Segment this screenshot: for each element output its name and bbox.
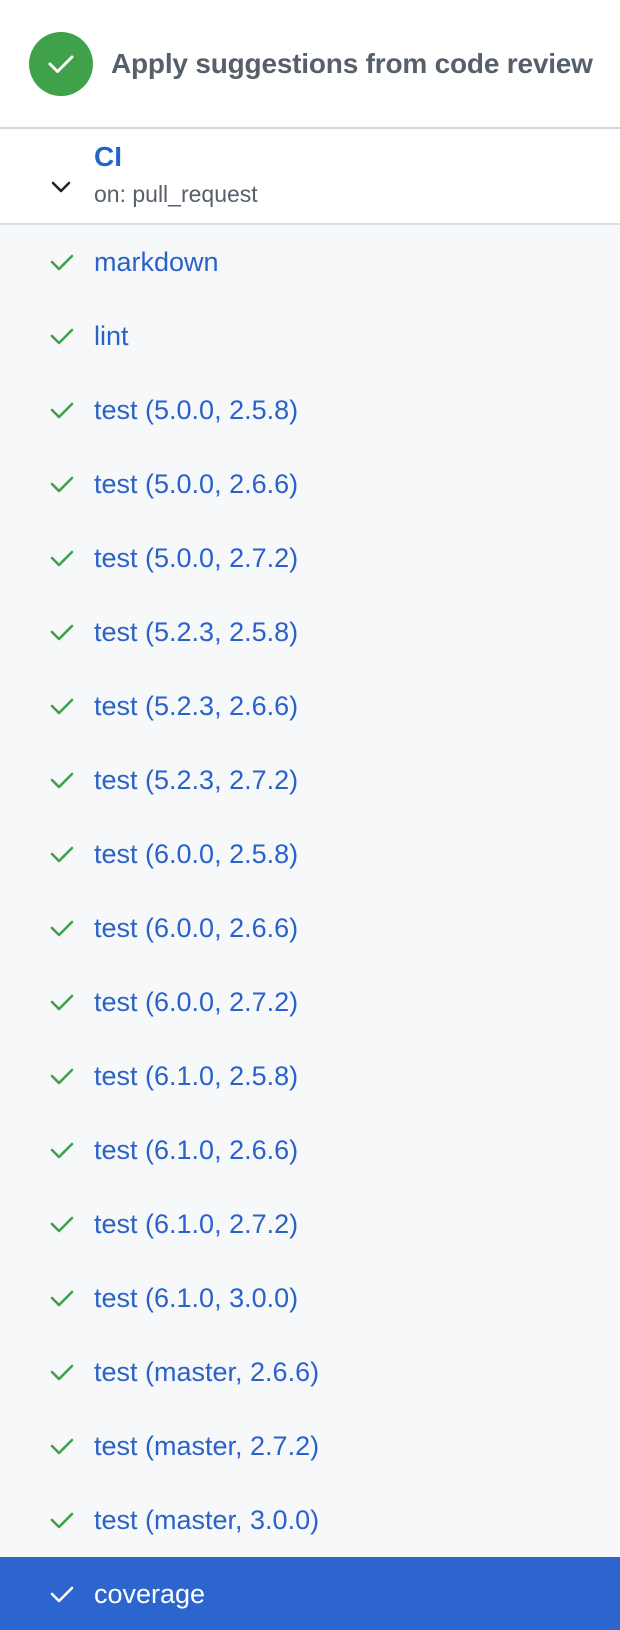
check-icon — [50, 550, 74, 567]
commit-title: Apply suggestions from code review — [111, 47, 593, 79]
check-icon — [50, 402, 74, 419]
job-link[interactable]: markdown — [94, 247, 219, 278]
job-link[interactable]: coverage — [94, 1579, 205, 1610]
job-item[interactable]: test (5.2.3, 2.7.2) — [0, 743, 620, 817]
job-link[interactable]: test (master, 2.7.2) — [94, 1431, 319, 1462]
job-item[interactable]: lint — [0, 299, 620, 373]
workflow-run-sidebar: Apply suggestions from code review CI on… — [0, 0, 620, 1630]
job-list: markdown lint test (5.0.0, 2.5.8) test (5.0… — [0, 225, 620, 1630]
job-item[interactable]: test (master, 3.0.0) — [0, 1483, 620, 1557]
check-icon — [50, 254, 74, 271]
check-icon — [50, 1512, 74, 1529]
job-item[interactable]: test (5.0.0, 2.7.2) — [0, 521, 620, 595]
job-item[interactable]: test (6.1.0, 2.5.8) — [0, 1039, 620, 1113]
check-icon — [50, 476, 74, 493]
check-icon — [50, 1142, 74, 1159]
job-item[interactable]: test (5.0.0, 2.5.8) — [0, 373, 620, 447]
workflow-group-toggle[interactable]: CI on: pull_request — [0, 129, 620, 225]
job-item[interactable]: test (master, 2.7.2) — [0, 1409, 620, 1483]
job-item[interactable]: test (6.1.0, 2.6.6) — [0, 1113, 620, 1187]
check-icon — [50, 698, 74, 715]
job-link[interactable]: test (6.1.0, 2.6.6) — [94, 1135, 298, 1166]
check-icon — [50, 624, 74, 641]
job-item[interactable]: test (5.0.0, 2.6.6) — [0, 447, 620, 521]
job-link[interactable]: test (6.0.0, 2.6.6) — [94, 913, 298, 944]
job-item[interactable]: test (5.2.3, 2.5.8) — [0, 595, 620, 669]
workflow-name[interactable]: CI — [94, 141, 122, 173]
job-item[interactable]: test (6.0.0, 2.6.6) — [0, 891, 620, 965]
workflow-trigger: on: pull_request — [94, 181, 258, 207]
job-link[interactable]: test (6.1.0, 3.0.0) — [94, 1283, 298, 1314]
job-link[interactable]: lint — [94, 321, 129, 352]
check-icon — [50, 1438, 74, 1455]
check-icon — [50, 994, 74, 1011]
job-item[interactable]: test (6.0.0, 2.5.8) — [0, 817, 620, 891]
job-link[interactable]: test (5.0.0, 2.5.8) — [94, 395, 298, 426]
job-item[interactable]: test (5.2.3, 2.6.6) — [0, 669, 620, 743]
job-item[interactable]: test (6.1.0, 2.7.2) — [0, 1187, 620, 1261]
check-icon — [50, 1216, 74, 1233]
check-icon — [50, 772, 74, 789]
check-circle-icon — [29, 31, 93, 96]
job-link[interactable]: test (6.1.0, 2.7.2) — [94, 1209, 298, 1240]
job-link[interactable]: test (master, 3.0.0) — [94, 1505, 319, 1536]
job-item-selected[interactable]: coverage — [0, 1557, 620, 1630]
job-link[interactable]: test (6.0.0, 2.7.2) — [94, 987, 298, 1018]
job-link[interactable]: test (6.0.0, 2.5.8) — [94, 839, 298, 870]
commit-header: Apply suggestions from code review — [0, 0, 620, 129]
check-icon — [50, 920, 74, 937]
check-icon — [50, 1364, 74, 1381]
job-link[interactable]: test (5.2.3, 2.5.8) — [94, 617, 298, 648]
job-link[interactable]: test (5.2.3, 2.7.2) — [94, 765, 298, 796]
job-link[interactable]: test (5.2.3, 2.6.6) — [94, 691, 298, 722]
job-item[interactable]: test (6.1.0, 3.0.0) — [0, 1261, 620, 1335]
check-icon — [50, 1068, 74, 1085]
job-item[interactable]: markdown — [0, 225, 620, 299]
job-link[interactable]: test (5.0.0, 2.6.6) — [94, 469, 298, 500]
check-icon — [50, 328, 74, 345]
job-item[interactable]: test (6.0.0, 2.7.2) — [0, 965, 620, 1039]
job-link[interactable]: test (6.1.0, 2.5.8) — [94, 1061, 298, 1092]
check-icon — [50, 1290, 74, 1307]
check-icon — [50, 1586, 74, 1603]
job-link[interactable]: test (master, 2.6.6) — [94, 1357, 319, 1388]
chevron-down-icon[interactable] — [48, 177, 74, 197]
job-item[interactable]: test (master, 2.6.6) — [0, 1335, 620, 1409]
job-link[interactable]: test (5.0.0, 2.7.2) — [94, 543, 298, 574]
check-icon — [50, 846, 74, 863]
